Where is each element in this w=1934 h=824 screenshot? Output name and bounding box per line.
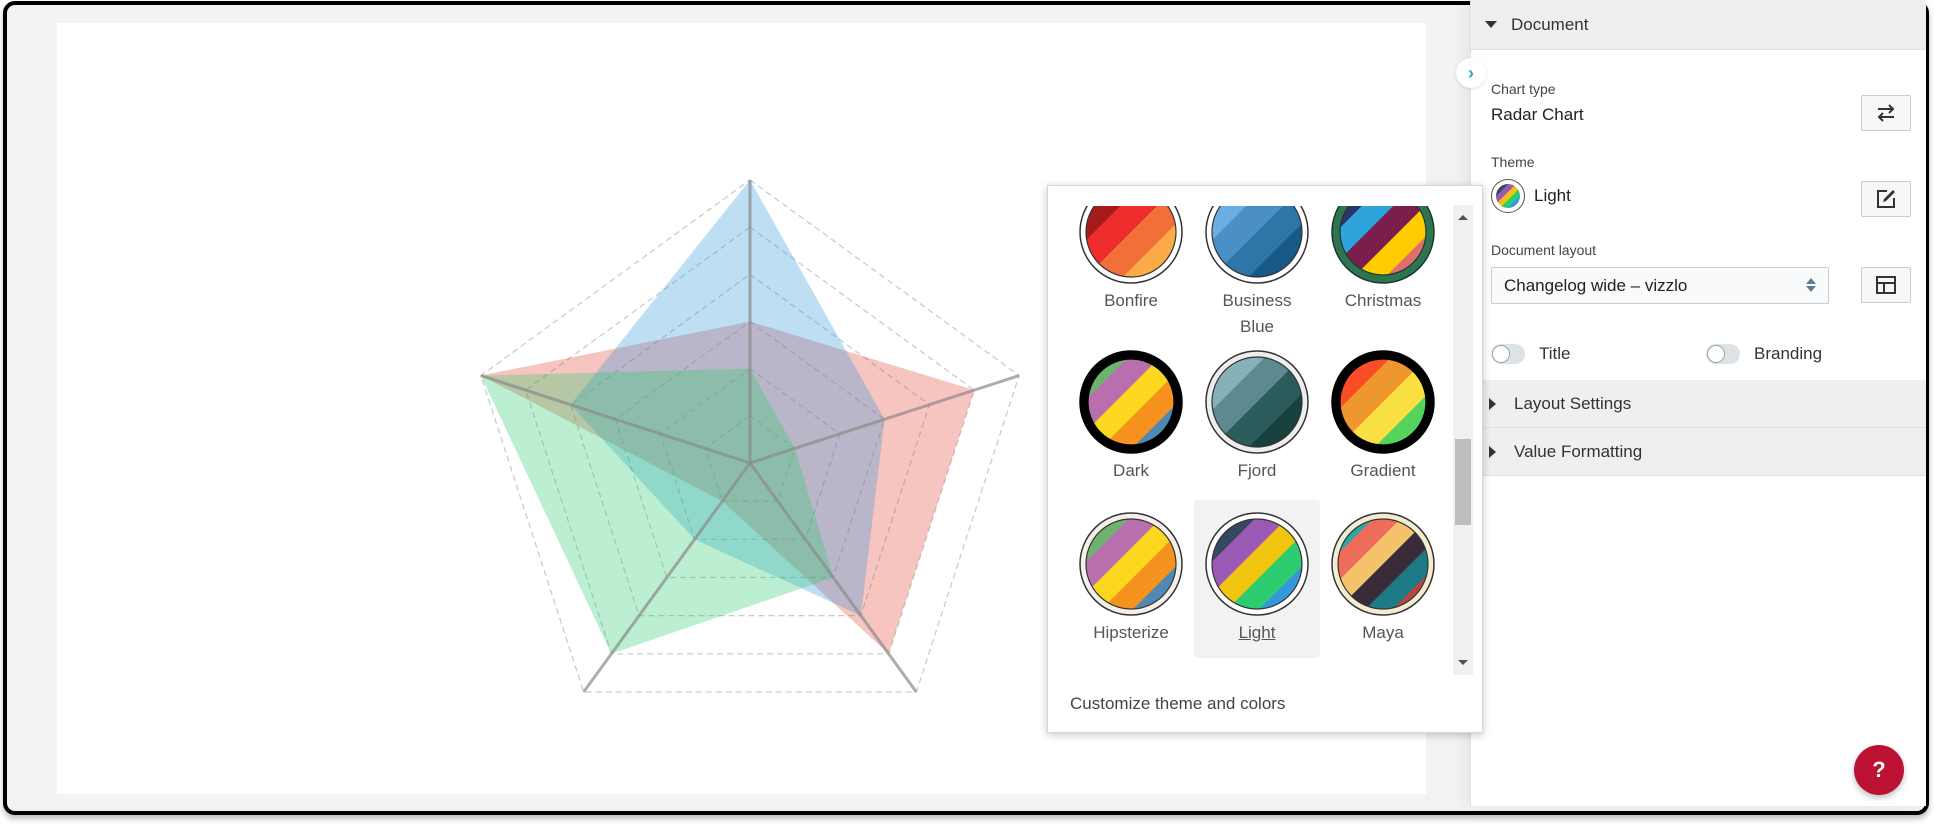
chevron-right-icon: ›: [1468, 62, 1474, 83]
theme-name: Dark: [1113, 461, 1149, 480]
theme-option-hipsterize[interactable]: Hipsterize: [1068, 500, 1194, 658]
theme-name: Maya: [1362, 623, 1404, 642]
theme-option-christmas[interactable]: Christmas: [1320, 206, 1446, 326]
theme-option-business-blue[interactable]: Business Blue: [1194, 206, 1320, 352]
caret-right-icon: [1489, 397, 1496, 410]
section-title: Value Formatting: [1514, 441, 1643, 461]
sidebar-collapse-button[interactable]: ›: [1456, 58, 1486, 88]
change-chart-type-button[interactable]: [1861, 95, 1911, 131]
theme-name: Hipsterize: [1093, 623, 1169, 642]
edit-pencil-icon: [1877, 190, 1895, 208]
dark-theme-icon: [1079, 350, 1183, 454]
business-blue-theme-icon: [1205, 206, 1309, 284]
fjord-theme-icon: [1205, 350, 1309, 454]
theme-label: Theme: [1491, 154, 1535, 170]
section-title: Layout Settings: [1514, 393, 1632, 413]
help-button[interactable]: ?: [1854, 745, 1904, 795]
maya-theme-icon: [1331, 512, 1435, 616]
document-layout-value: Changelog wide – vizzlo: [1504, 275, 1688, 295]
document-layout-select[interactable]: Changelog wide – vizzlo: [1491, 267, 1829, 304]
light-theme-icon: [1205, 512, 1309, 616]
section-document-header[interactable]: Document: [1471, 0, 1926, 50]
swap-arrows-icon: [1877, 104, 1895, 122]
chart-type-value: Radar Chart: [1491, 105, 1584, 124]
theme-option-fjord[interactable]: Fjord: [1194, 338, 1320, 496]
document-section-body: Chart type Radar Chart Theme Light Docum…: [1471, 50, 1926, 380]
scroll-down-icon[interactable]: [1458, 660, 1468, 665]
customize-theme-link[interactable]: Customize theme and colors: [1070, 694, 1285, 714]
scroll-up-icon[interactable]: [1458, 215, 1468, 220]
caret-down-icon: [1485, 21, 1497, 28]
chart-type-label: Chart type: [1491, 81, 1556, 97]
caret-right-icon: [1489, 445, 1496, 458]
bonfire-theme-icon: [1079, 206, 1183, 284]
theme-grid: Bonfire Business Blue Christmas Dark Fjord Gr…: [1068, 206, 1464, 676]
current-theme-swatch: [1491, 179, 1525, 213]
toggle-label: Branding: [1754, 344, 1823, 363]
toggle-switch[interactable]: [1491, 344, 1525, 364]
theme-name: Light: [1238, 623, 1276, 642]
christmas-theme-icon: [1331, 206, 1435, 284]
theme-name: Christmas: [1344, 291, 1422, 310]
edit-theme-button[interactable]: [1861, 181, 1911, 217]
section-layout-settings-header[interactable]: Layout Settings: [1471, 380, 1926, 428]
theme-option-dark[interactable]: Dark: [1068, 338, 1194, 496]
branding-toggle[interactable]: Branding: [1706, 344, 1822, 364]
theme-picker-popup: Bonfire Business Blue Christmas Dark Fjord Gr…: [1047, 185, 1483, 733]
toggle-switch[interactable]: [1706, 344, 1740, 364]
theme-option-gradient[interactable]: Gradient: [1320, 338, 1446, 496]
layout-grid-icon: [1876, 276, 1896, 294]
theme-name: Bonfire: [1104, 291, 1158, 310]
light-theme-icon: [1496, 184, 1520, 208]
section-value-formatting-header[interactable]: Value Formatting: [1471, 428, 1926, 476]
settings-sidebar: Document Chart type Radar Chart Theme Li…: [1470, 0, 1926, 806]
gradient-theme-icon: [1331, 350, 1435, 454]
toggle-label: Title: [1539, 344, 1571, 363]
document-layout-label: Document layout: [1491, 242, 1597, 258]
title-toggle[interactable]: Title: [1491, 344, 1571, 364]
theme-option-bonfire[interactable]: Bonfire: [1068, 206, 1194, 326]
section-title: Document: [1511, 14, 1589, 34]
theme-name: Business Blue: [1222, 291, 1292, 336]
layout-options-button[interactable]: [1861, 267, 1911, 303]
theme-option-maya[interactable]: Maya: [1320, 500, 1446, 658]
scroll-thumb[interactable]: [1455, 439, 1471, 526]
theme-option-light[interactable]: Light: [1194, 500, 1320, 658]
select-arrows-icon: [1806, 278, 1816, 292]
question-mark-icon: ?: [1872, 757, 1886, 782]
theme-name: Fjord: [1237, 461, 1277, 480]
theme-value: Light: [1534, 186, 1571, 205]
theme-popup-scrollbar[interactable]: [1453, 205, 1473, 675]
hipsterize-theme-icon: [1079, 512, 1183, 616]
theme-name: Gradient: [1350, 461, 1416, 480]
